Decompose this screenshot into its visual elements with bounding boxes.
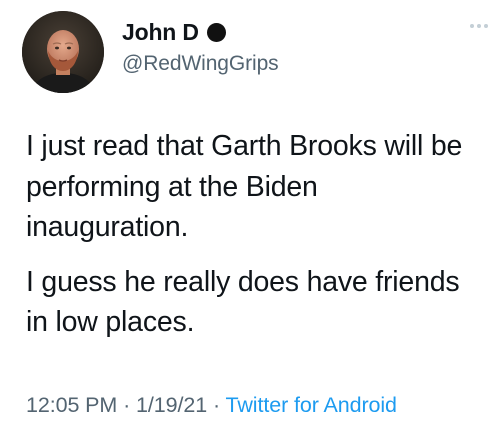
name-row: John D xyxy=(122,17,279,47)
tweet-source-link[interactable]: Twitter for Android xyxy=(226,393,397,417)
tweet-paragraph: I guess he really does have friends in l… xyxy=(26,265,460,339)
dot xyxy=(470,24,474,28)
tweet-date[interactable]: 1/19/21 xyxy=(136,393,207,417)
filled-circle-icon xyxy=(206,22,226,42)
display-name[interactable]: John D xyxy=(122,19,199,46)
dot xyxy=(477,24,481,28)
user-handle[interactable]: @RedWingGrips xyxy=(122,52,279,76)
tweet-paragraph: I just read that Garth Brooks will be pe… xyxy=(26,130,463,243)
avatar-image xyxy=(22,11,104,93)
tweet-time[interactable]: 12:05 PM xyxy=(26,393,117,417)
tweet-meta: 12:05 PM · 1/19/21 · Twitter for Android xyxy=(26,393,397,418)
more-options-icon[interactable] xyxy=(470,24,488,28)
tweet-text: I just read that Garth Brooks will be pe… xyxy=(26,126,486,343)
author-block[interactable]: John D @RedWingGrips xyxy=(122,17,279,76)
tweet-card: John D @RedWingGrips I just read that Ga… xyxy=(0,0,500,439)
avatar[interactable] xyxy=(22,11,104,93)
meta-separator: · xyxy=(212,393,221,417)
meta-separator: · xyxy=(123,393,131,417)
dot xyxy=(484,24,488,28)
